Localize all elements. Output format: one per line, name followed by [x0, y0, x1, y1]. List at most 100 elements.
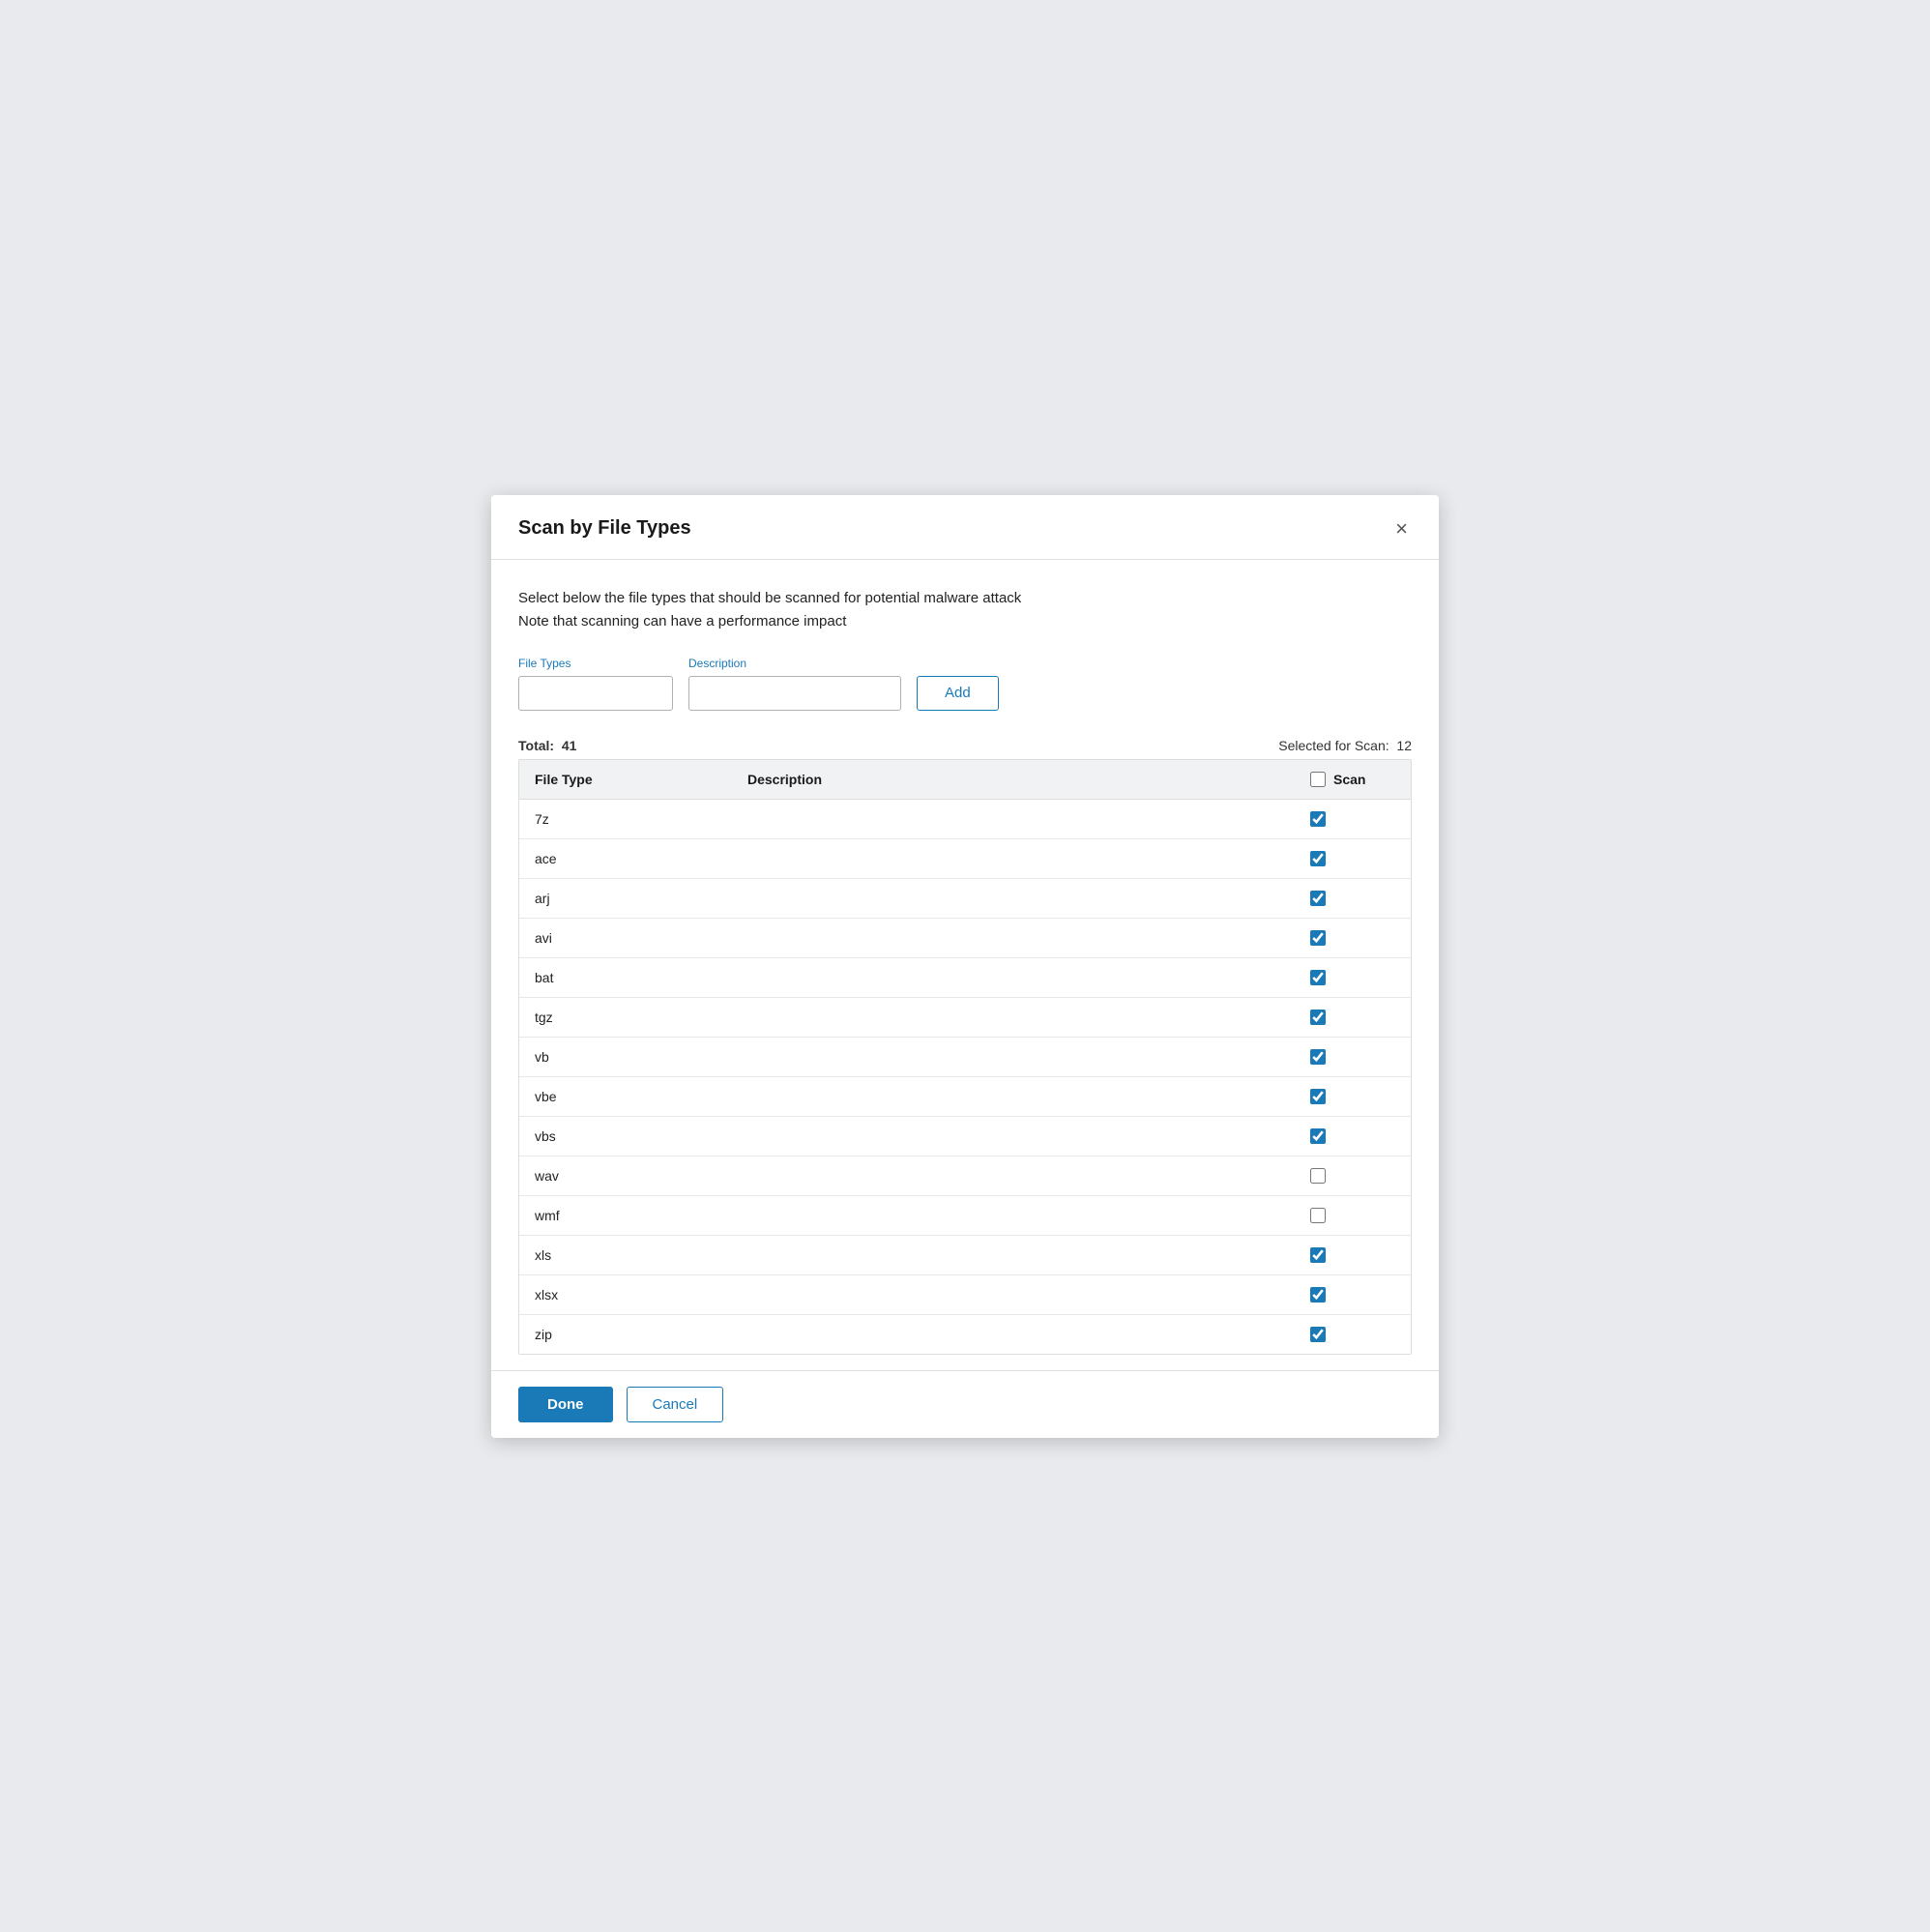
file-type-cell: bat	[519, 957, 732, 997]
file-type-cell: vb	[519, 1037, 732, 1076]
description-cell	[732, 1156, 1295, 1195]
file-types-table-container: File Type Description Scan 7zacearjaviba…	[518, 759, 1412, 1355]
scan-checkbox[interactable]	[1310, 811, 1326, 827]
description-cell	[732, 1037, 1295, 1076]
col-header-file-type: File Type	[519, 760, 732, 800]
scan-cell	[1295, 997, 1411, 1037]
stats-row: Total: 41 Selected for Scan: 12	[518, 730, 1412, 759]
scan-cell	[1295, 1037, 1411, 1076]
file-type-cell: xlsx	[519, 1274, 732, 1314]
scan-cell	[1295, 1235, 1411, 1274]
scan-cell	[1295, 1274, 1411, 1314]
total-count: Total: 41	[518, 738, 576, 753]
dialog-body: Select below the file types that should …	[491, 560, 1439, 1370]
add-button[interactable]: Add	[917, 676, 999, 711]
table-row: vb	[519, 1037, 1411, 1076]
scan-checkbox[interactable]	[1310, 1247, 1326, 1263]
file-type-cell: xls	[519, 1235, 732, 1274]
description-cell	[732, 997, 1295, 1037]
scan-checkbox[interactable]	[1310, 930, 1326, 946]
close-button[interactable]: ×	[1391, 514, 1412, 543]
table-row: xls	[519, 1235, 1411, 1274]
description-text: Select below the file types that should …	[518, 587, 1412, 633]
file-types-table: File Type Description Scan 7zacearjaviba…	[519, 760, 1411, 1354]
scan-cell	[1295, 1195, 1411, 1235]
description-cell	[732, 1116, 1295, 1156]
table-row: wav	[519, 1156, 1411, 1195]
file-types-label: File Types	[518, 657, 673, 670]
scan-checkbox[interactable]	[1310, 891, 1326, 906]
scan-cell	[1295, 878, 1411, 918]
file-types-input[interactable]	[518, 676, 673, 711]
table-row: wmf	[519, 1195, 1411, 1235]
scan-cell	[1295, 1156, 1411, 1195]
table-row: bat	[519, 957, 1411, 997]
scan-checkbox[interactable]	[1310, 1327, 1326, 1342]
description-line2: Note that scanning can have a performanc…	[518, 610, 1412, 633]
file-types-field-group: File Types	[518, 657, 673, 711]
scan-cell	[1295, 1076, 1411, 1116]
scan-cell	[1295, 838, 1411, 878]
file-type-cell: ace	[519, 838, 732, 878]
scan-checkbox[interactable]	[1310, 1287, 1326, 1303]
table-row: tgz	[519, 997, 1411, 1037]
select-all-scan-checkbox[interactable]	[1310, 772, 1326, 787]
file-type-cell: wmf	[519, 1195, 732, 1235]
col-header-description: Description	[732, 760, 1295, 800]
scan-checkbox[interactable]	[1310, 1010, 1326, 1025]
col-header-scan: Scan	[1295, 760, 1411, 800]
scan-checkbox[interactable]	[1310, 970, 1326, 985]
scan-col-label: Scan	[1333, 772, 1365, 787]
dialog-title: Scan by File Types	[518, 517, 691, 540]
scan-checkbox[interactable]	[1310, 1089, 1326, 1104]
scan-cell	[1295, 799, 1411, 838]
file-type-cell: vbs	[519, 1116, 732, 1156]
file-type-cell: tgz	[519, 997, 732, 1037]
table-row: xlsx	[519, 1274, 1411, 1314]
table-body: 7zacearjavibattgzvbvbevbswavwmfxlsxlsxzi…	[519, 799, 1411, 1354]
scan-checkbox[interactable]	[1310, 1208, 1326, 1223]
scan-checkbox[interactable]	[1310, 1128, 1326, 1144]
table-row: ace	[519, 838, 1411, 878]
selected-count: Selected for Scan: 12	[1278, 738, 1412, 753]
description-label: Description	[688, 657, 901, 670]
done-button[interactable]: Done	[518, 1387, 613, 1422]
scan-cell	[1295, 957, 1411, 997]
table-row: arj	[519, 878, 1411, 918]
file-type-cell: arj	[519, 878, 732, 918]
description-cell	[732, 1195, 1295, 1235]
dialog-header: Scan by File Types ×	[491, 495, 1439, 560]
description-cell	[732, 1235, 1295, 1274]
description-cell	[732, 1076, 1295, 1116]
table-header-row: File Type Description Scan	[519, 760, 1411, 800]
table-row: avi	[519, 918, 1411, 957]
description-cell	[732, 838, 1295, 878]
table-row: 7z	[519, 799, 1411, 838]
description-field-group: Description	[688, 657, 901, 711]
description-cell	[732, 799, 1295, 838]
description-cell	[732, 1314, 1295, 1354]
description-cell	[732, 957, 1295, 997]
description-input[interactable]	[688, 676, 901, 711]
add-file-type-form: File Types Description Add	[518, 657, 1412, 711]
cancel-button[interactable]: Cancel	[627, 1387, 724, 1422]
description-cell	[732, 1274, 1295, 1314]
scan-checkbox[interactable]	[1310, 1168, 1326, 1184]
description-cell	[732, 878, 1295, 918]
file-type-cell: vbe	[519, 1076, 732, 1116]
scan-cell	[1295, 1314, 1411, 1354]
description-line1: Select below the file types that should …	[518, 587, 1412, 610]
scan-cell	[1295, 1116, 1411, 1156]
file-type-cell: 7z	[519, 799, 732, 838]
table-row: zip	[519, 1314, 1411, 1354]
dialog-footer: Done Cancel	[491, 1370, 1439, 1438]
scan-checkbox[interactable]	[1310, 1049, 1326, 1065]
file-type-cell: avi	[519, 918, 732, 957]
file-type-cell: wav	[519, 1156, 732, 1195]
table-row: vbs	[519, 1116, 1411, 1156]
scan-by-file-types-dialog: Scan by File Types × Select below the fi…	[491, 495, 1439, 1438]
scan-checkbox[interactable]	[1310, 851, 1326, 866]
table-row: vbe	[519, 1076, 1411, 1116]
scan-cell	[1295, 918, 1411, 957]
file-type-cell: zip	[519, 1314, 732, 1354]
